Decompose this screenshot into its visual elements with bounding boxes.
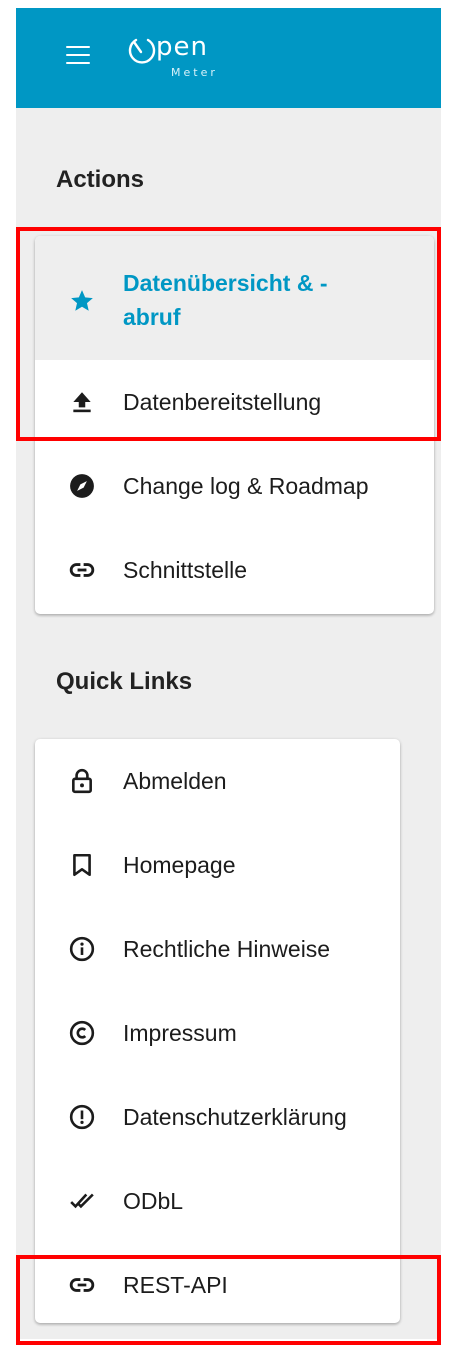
quick-link-legal-notice[interactable]: Rechtliche Hinweise bbox=[35, 907, 400, 991]
action-item-changelog[interactable]: Change log & Roadmap bbox=[35, 444, 434, 528]
quick-link-label: Impressum bbox=[123, 1020, 237, 1046]
link-icon bbox=[69, 557, 95, 583]
link-icon bbox=[69, 1272, 95, 1298]
quick-link-homepage[interactable]: Homepage bbox=[35, 823, 400, 907]
copyright-icon bbox=[69, 1020, 95, 1046]
quick-link-privacy[interactable]: Datenschutzerklärung bbox=[35, 1075, 400, 1159]
navigation-drawer: pen Meter Actions Datenübersicht & -abru… bbox=[16, 8, 441, 1339]
quick-links-section-title: Quick Links bbox=[56, 668, 193, 695]
actions-section-title: Actions bbox=[56, 166, 145, 193]
lock-icon bbox=[69, 768, 95, 794]
action-item-label: Datenübersicht & -abruf bbox=[123, 270, 328, 330]
quick-link-label: REST-API bbox=[123, 1272, 228, 1298]
action-item-interface[interactable]: Schnittstelle bbox=[35, 528, 434, 612]
quick-link-odbl[interactable]: ODbL bbox=[35, 1159, 400, 1243]
hamburger-menu-icon[interactable] bbox=[66, 46, 90, 64]
quick-links-card: Abmelden Homepage Rechtliche Hinweise Im… bbox=[35, 739, 400, 1323]
bookmark-icon bbox=[69, 852, 95, 878]
app-header: pen Meter bbox=[16, 8, 441, 108]
action-item-label: Change log & Roadmap bbox=[123, 473, 369, 499]
quick-link-logout[interactable]: Abmelden bbox=[35, 739, 400, 823]
quick-link-label: Abmelden bbox=[123, 768, 227, 794]
info-icon bbox=[69, 936, 95, 962]
quick-link-imprint[interactable]: Impressum bbox=[35, 991, 400, 1075]
action-item-label: Schnittstelle bbox=[123, 557, 248, 583]
quick-link-label: ODbL bbox=[123, 1188, 184, 1214]
star-icon bbox=[69, 288, 95, 314]
quick-link-label: Datenschutzerklärung bbox=[123, 1104, 347, 1130]
quick-link-label: Rechtliche Hinweise bbox=[123, 936, 331, 962]
logo-word: pen bbox=[156, 32, 208, 62]
quick-link-label: Homepage bbox=[123, 852, 236, 878]
actions-card: Datenübersicht & -abruf Datenbereitstell… bbox=[35, 236, 434, 614]
compass-icon bbox=[69, 473, 95, 499]
action-item-label: Datenbereitstellung bbox=[123, 389, 322, 415]
action-item-data-provision[interactable]: Datenbereitstellung bbox=[35, 360, 434, 444]
action-item-data-overview[interactable]: Datenübersicht & -abruf bbox=[35, 236, 434, 360]
logo-subtitle: Meter bbox=[171, 66, 218, 79]
exclamation-icon bbox=[69, 1104, 95, 1130]
openmeter-logo[interactable]: pen Meter bbox=[126, 30, 246, 90]
double-check-icon bbox=[69, 1188, 95, 1214]
gauge-logo-icon bbox=[128, 38, 156, 64]
quick-link-rest-api[interactable]: REST-API bbox=[35, 1243, 400, 1323]
upload-icon bbox=[69, 389, 95, 415]
